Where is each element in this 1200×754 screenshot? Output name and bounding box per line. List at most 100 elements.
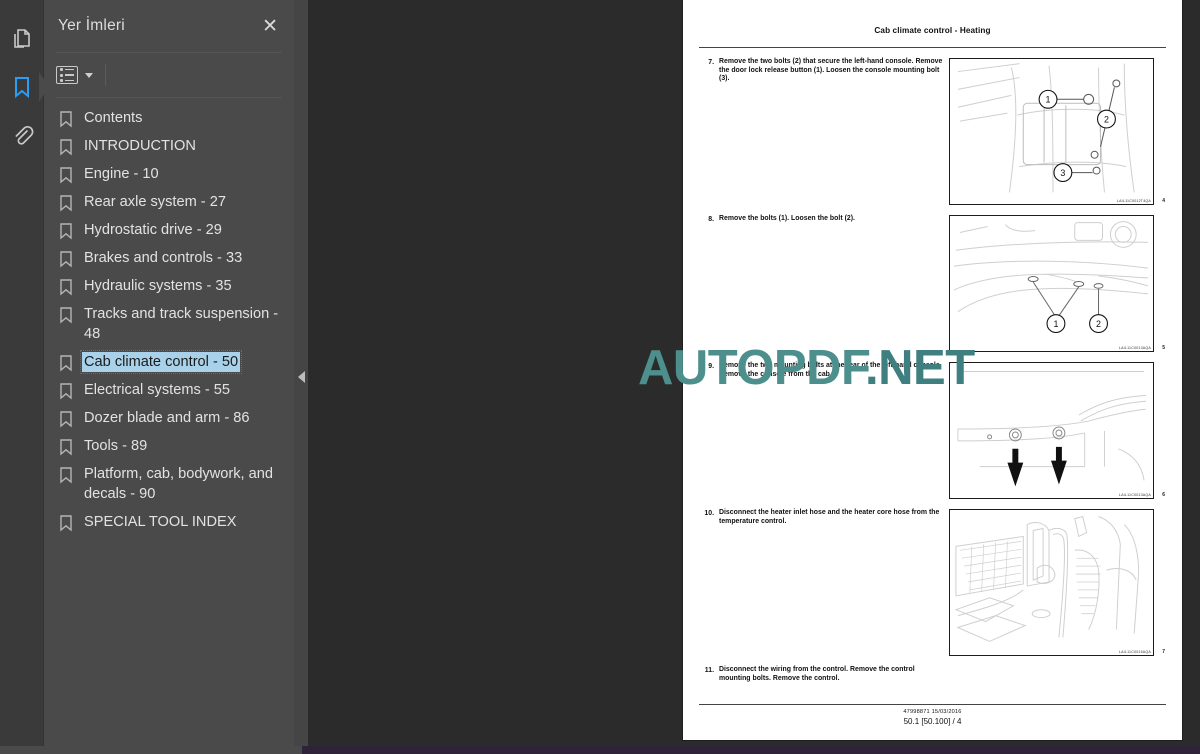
bookmark-item-icon [60, 515, 72, 532]
bookmark-item[interactable]: Engine - 10 [44, 160, 294, 188]
bookmark-item-label: Rear axle system - 27 [84, 194, 226, 210]
bookmark-item-icon [60, 111, 72, 128]
bookmark-item-icon [60, 279, 72, 296]
figure-caption: LAIL11C0015AQA [1118, 650, 1151, 654]
bookmark-item-label: Dozer blade and arm - 86 [84, 410, 250, 426]
step-text-column: 7. Remove the two bolts (2) that secure t… [697, 58, 945, 205]
step-text: Disconnect the heater inlet hose and the… [719, 509, 940, 525]
bookmark-item[interactable]: Brakes and controls - 33 [44, 244, 294, 272]
document-step: 9. Remove the two mounting bolts at the r… [697, 362, 1168, 499]
step-text: Remove the two mounting bolts at the rea… [719, 362, 942, 378]
bookmark-item-icon [60, 223, 72, 240]
svg-text:2: 2 [1104, 115, 1109, 125]
attachment-icon[interactable] [5, 114, 39, 156]
bookmark-item-label: Hydrostatic drive - 29 [84, 222, 222, 238]
footer-page-reference: 50.1 [50.100] / 4 [903, 717, 962, 726]
bookmarks-toolbar [44, 53, 294, 97]
page-footer: 47998871 15/03/2016 50.1 [50.100] / 4 [697, 704, 1168, 726]
bookmark-item-icon [60, 467, 72, 484]
bookmark-item[interactable]: Platform, cab, bodywork, and decals - 90 [44, 460, 294, 508]
step-figure: 1 2 3 LAIL11C0012T4QA 4 [949, 58, 1165, 205]
bookmark-item-label: Electrical systems - 55 [84, 382, 230, 398]
bookmark-item-label: Contents [84, 110, 143, 126]
step-text-column: 10. Disconnect the heater inlet hose and … [697, 509, 945, 656]
bookmark-item-icon [60, 355, 72, 372]
figure-number: 7 [1162, 649, 1165, 655]
step-number: 9. [708, 363, 714, 370]
step-text-column: 8. Remove the bolts (1). Loosen the bolt … [697, 215, 945, 352]
document-step: 8. Remove the bolts (1). Loosen the bolt … [697, 215, 1168, 352]
bookmarks-panel: Yer İmleri ✕ Contents INTRODUCTION Engine … [44, 0, 308, 754]
bookmark-item-label: Engine - 10 [84, 166, 159, 182]
svg-text:1: 1 [1046, 95, 1051, 105]
bookmark-item[interactable]: INTRODUCTION [44, 132, 294, 160]
page-running-header: Cab climate control - Heating [874, 26, 991, 35]
step-figure: LAIL11C0013AQA 6 [949, 362, 1165, 499]
step-text: Remove the two bolts (2) that secure the… [719, 58, 943, 83]
left-icon-rail [0, 0, 49, 754]
figure-number: 6 [1162, 492, 1165, 498]
bookmark-item[interactable]: Hydraulic systems - 35 [44, 272, 294, 300]
bookmark-item[interactable]: Tools - 89 [44, 432, 294, 460]
step-number: 8. [708, 216, 714, 223]
bookmark-item[interactable]: Hydrostatic drive - 29 [44, 216, 294, 244]
toolbar-divider [105, 64, 106, 86]
step-figure: LAIL11C0015AQA 7 [949, 509, 1165, 656]
step-number: 10. [704, 510, 714, 517]
step-number: 11. [704, 667, 714, 674]
bookmark-item[interactable]: Cab climate control - 50 [44, 348, 294, 376]
bookmark-item-icon [60, 195, 72, 212]
figure-number: 4 [1162, 198, 1165, 204]
list-options-icon[interactable] [56, 66, 78, 84]
svg-text:2: 2 [1096, 319, 1101, 329]
figure-caption: LAIL11C0012T4QA [1116, 199, 1151, 203]
bookmark-item[interactable]: Dozer blade and arm - 86 [44, 404, 294, 432]
bookmark-item[interactable]: SPECIAL TOOL INDEX [44, 508, 294, 536]
close-icon[interactable]: ✕ [262, 17, 278, 36]
panel-title: Yer İmleri [58, 17, 125, 34]
bookmark-icon[interactable] [5, 66, 49, 108]
step-figure: 1 2 LAIL11C0013AQA 5 [949, 215, 1165, 352]
figure-caption: LAIL11C0013AQA [1118, 493, 1151, 497]
step-text: Disconnect the wiring from the control. … [719, 666, 915, 682]
step-number: 7. [708, 59, 714, 66]
pdf-viewer-window: Yer İmleri ✕ Contents INTRODUCTION Engine … [0, 0, 1200, 754]
bookmark-item-label: Platform, cab, bodywork, and decals - 90 [84, 466, 273, 502]
page-steps: 7. Remove the two bolts (2) that secure t… [697, 58, 1168, 683]
window-bottom-strip [0, 746, 1200, 754]
collapse-left-icon[interactable] [294, 0, 308, 754]
pdf-page: Cab climate control - Heating 7. Remove t… [683, 0, 1182, 740]
document-step: 7. Remove the two bolts (2) that secure t… [697, 58, 1168, 205]
pages-icon[interactable] [5, 18, 39, 60]
figure-number: 5 [1162, 345, 1165, 351]
bookmark-item-label: SPECIAL TOOL INDEX [84, 514, 237, 530]
chevron-down-icon[interactable] [85, 72, 93, 78]
bookmark-item-label: INTRODUCTION [84, 138, 196, 154]
figure-caption: LAIL11C0013AQA [1118, 346, 1151, 350]
bookmark-item-icon [60, 411, 72, 428]
bookmark-item-icon [60, 139, 72, 156]
footer-rule [699, 704, 1166, 705]
svg-text:1: 1 [1053, 319, 1058, 329]
document-step: 10. Disconnect the heater inlet hose and … [697, 509, 1168, 656]
bookmark-item-icon [60, 439, 72, 456]
step-text-column: 11. Disconnect the wiring from the contro… [697, 666, 945, 683]
bookmark-item-label: Tracks and track suspension - 48 [84, 306, 279, 342]
svg-text:3: 3 [1060, 168, 1065, 178]
pdf-page-viewer[interactable]: Cab climate control - Heating 7. Remove t… [294, 0, 1200, 754]
step-text: Remove the bolts (1). Loosen the bolt (2… [719, 215, 855, 222]
bookmarks-panel-header: Yer İmleri ✕ [44, 0, 294, 52]
bookmarks-list[interactable]: Contents INTRODUCTION Engine - 10 Rear axle… [44, 98, 294, 754]
bookmark-item-label: Tools - 89 [84, 438, 148, 454]
bookmark-item[interactable]: Tracks and track suspension - 48 [44, 300, 294, 348]
bookmark-item-icon [60, 383, 72, 400]
document-step: 11. Disconnect the wiring from the contro… [697, 666, 1168, 683]
bookmark-item-icon [60, 251, 72, 268]
footer-document-number: 47998871 15/03/2016 [903, 709, 962, 715]
bookmark-item-icon [60, 307, 72, 324]
bookmark-item[interactable]: Electrical systems - 55 [44, 376, 294, 404]
bookmark-item[interactable]: Contents [44, 104, 294, 132]
bookmark-item[interactable]: Rear axle system - 27 [44, 188, 294, 216]
bookmark-item-label: Hydraulic systems - 35 [84, 278, 232, 294]
bookmark-item-label: Cab climate control - 50 [79, 350, 243, 374]
